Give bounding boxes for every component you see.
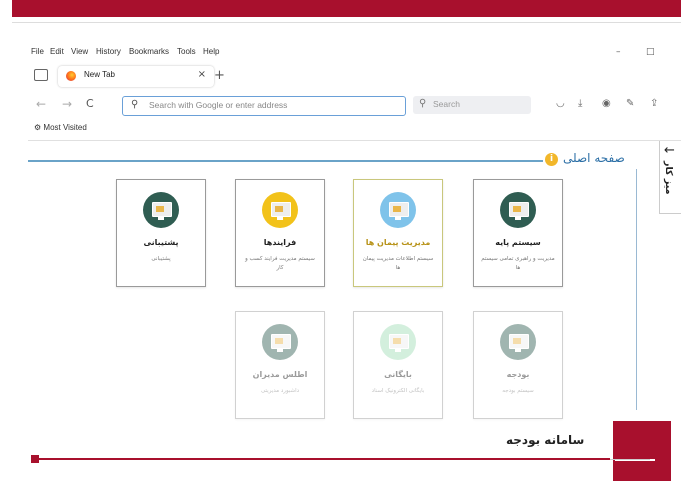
brand-box	[613, 421, 671, 481]
menu-help[interactable]: Help	[203, 47, 219, 56]
search-icon: ⚲	[419, 98, 427, 109]
card-desc: سیستم بودجه	[502, 388, 534, 394]
monitor-icon	[380, 192, 416, 228]
firefox-icon	[66, 71, 76, 81]
progress-knob[interactable]	[31, 455, 39, 463]
back-icon[interactable]: ←	[36, 97, 46, 111]
card-desc: داشبورد مدیریتی	[260, 388, 300, 394]
info-icon: i	[545, 153, 558, 166]
card-desc: سیستم مدیریت فرایند کسب و کار	[245, 256, 315, 271]
search-icon: ⚲	[131, 99, 139, 110]
divider	[636, 160, 637, 410]
bookmark-most-visited[interactable]: ⚙ Most Visited	[34, 123, 87, 137]
top-brand-bar	[12, 0, 681, 17]
search-placeholder: Search	[433, 99, 460, 109]
menu-history[interactable]: History	[96, 47, 121, 56]
menu-edit[interactable]: Edit	[50, 47, 64, 56]
account-icon[interactable]: ◉	[602, 98, 611, 109]
nav-toolbar: ← → C ⚲ Search with Google or enter addr…	[28, 94, 681, 118]
card-title: بودجه	[506, 370, 530, 379]
maximize-button[interactable]: □	[646, 47, 655, 57]
module-card[interactable]: سیستم پایه مدیریت و راهبری تمامی سیستم ه…	[473, 179, 563, 287]
module-card[interactable]: فرایندها سیستم مدیریت فرایند کسب و کار	[235, 179, 325, 287]
reload-icon[interactable]: C	[86, 97, 94, 110]
tab-new-tab[interactable]: New Tab ×	[58, 66, 214, 87]
card-title: پشتیبانی	[143, 238, 179, 247]
url-bar[interactable]: ⚲ Search with Google or enter address	[122, 96, 406, 116]
menu-bookmarks[interactable]: Bookmarks	[129, 47, 169, 56]
module-card[interactable]: مدیریت پیمان ها سیستم اطلاعات مدیریت پیم…	[353, 179, 443, 287]
card-title: سیستم پایه	[495, 238, 541, 247]
card-desc: سیستم اطلاعات مدیریت پیمان ها	[362, 256, 434, 271]
module-card[interactable]: بایگانی بایگانی الکترونیک اسناد	[353, 311, 443, 419]
search-input[interactable]: ⚲ Search	[413, 96, 531, 114]
card-desc: مدیریت و راهبری تمامی سیستم ها	[481, 256, 555, 271]
monitor-icon	[500, 324, 536, 360]
arrow-left-icon: ←	[664, 143, 675, 158]
tab-overview-icon[interactable]	[34, 69, 48, 81]
tab-strip: New Tab × +	[28, 66, 681, 88]
bookmark-label: Most Visited	[43, 123, 87, 132]
card-title: فرایندها	[263, 238, 297, 247]
module-card[interactable]: اطلس مدیران داشبورد مدیریتی	[235, 311, 325, 419]
card-title: اطلس مدیران	[252, 370, 308, 379]
menu-bar: File Edit View History Bookmarks Tools H…	[28, 45, 681, 61]
side-panel-label: میز کار	[663, 161, 674, 195]
minimize-button[interactable]: –	[616, 47, 621, 57]
card-desc: پشتیبانی	[151, 256, 171, 262]
module-card[interactable]: پشتیبانی پشتیبانی	[116, 179, 206, 287]
share-icon[interactable]: ⇪	[650, 98, 658, 109]
menu-file[interactable]: File	[31, 47, 44, 56]
close-icon[interactable]: ×	[198, 69, 206, 80]
progress-fill	[36, 458, 610, 460]
tab-label: New Tab	[84, 70, 115, 79]
gear-icon: ⚙	[34, 123, 42, 132]
home-link[interactable]: i صفحه اصلی	[543, 151, 637, 169]
menu-tools[interactable]: Tools	[177, 47, 196, 56]
forward-icon[interactable]: →	[62, 97, 72, 111]
new-tab-button[interactable]: +	[214, 68, 225, 83]
divider	[12, 22, 681, 23]
monitor-icon	[262, 324, 298, 360]
monitor-icon	[262, 192, 298, 228]
url-placeholder: Search with Google or enter address	[149, 100, 288, 110]
menu-view[interactable]: View	[71, 47, 88, 56]
side-panel-toggle[interactable]: ← میز کار	[659, 141, 681, 214]
card-desc: بایگانی الکترونیک اسناد	[371, 388, 425, 394]
download-icon[interactable]: ⤓	[578, 98, 582, 109]
module-card[interactable]: بودجه سیستم بودجه	[473, 311, 563, 419]
card-title: بایگانی	[384, 370, 412, 379]
monitor-icon	[500, 192, 536, 228]
home-link-label: صفحه اصلی	[563, 151, 625, 165]
pocket-icon[interactable]: ◡	[556, 98, 565, 109]
monitor-icon	[143, 192, 179, 228]
extensions-icon[interactable]: ✎	[626, 98, 634, 109]
monitor-icon	[380, 324, 416, 360]
divider	[28, 140, 681, 141]
video-caption: سامانه بودجه	[506, 433, 585, 447]
card-title: مدیریت پیمان ها	[365, 238, 431, 247]
